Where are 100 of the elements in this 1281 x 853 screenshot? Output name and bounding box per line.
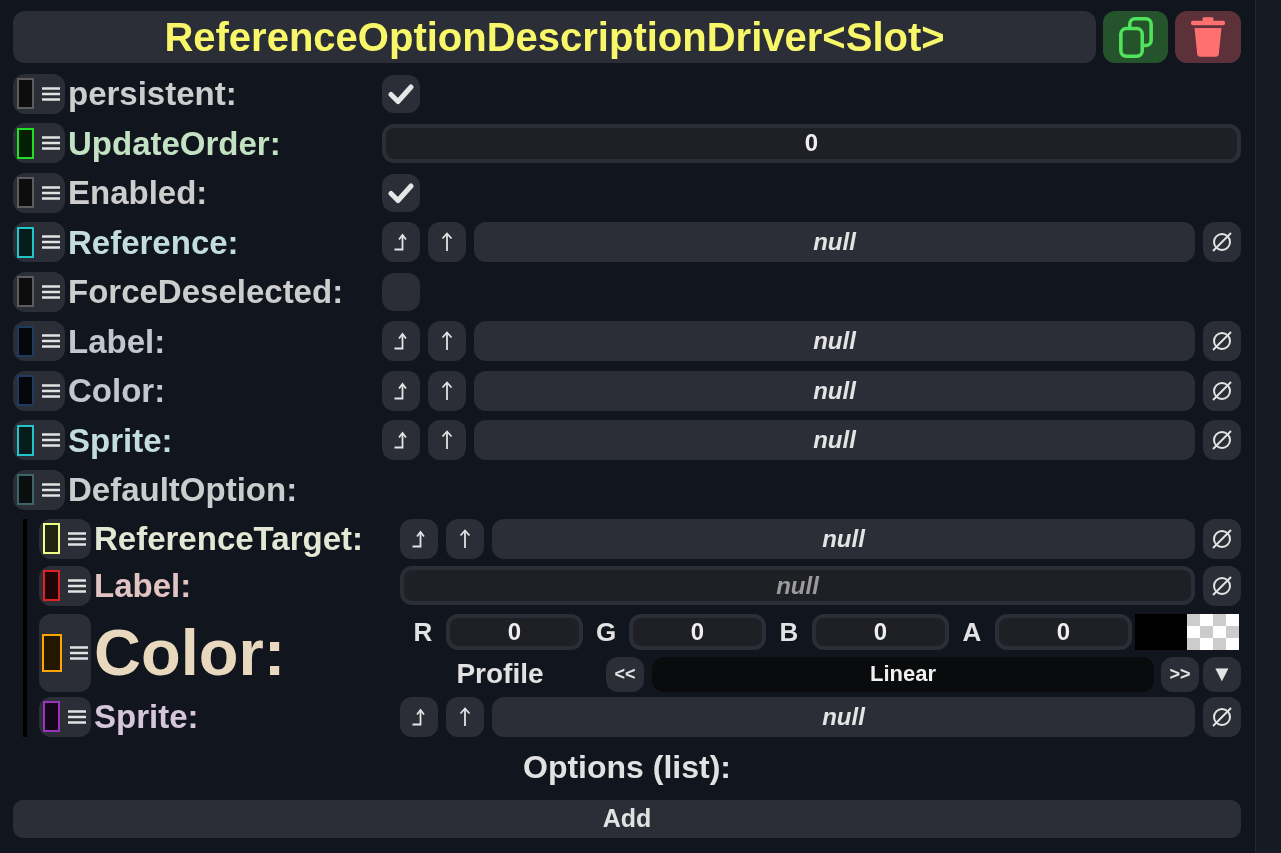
copy-icon	[1117, 16, 1154, 58]
reference-source-button[interactable]	[400, 518, 438, 559]
hamburger-icon	[70, 645, 88, 660]
hamburger-icon	[42, 86, 60, 101]
add-button[interactable]: Add	[13, 799, 1241, 838]
drag-handle[interactable]	[13, 222, 65, 263]
checkmark-icon	[388, 82, 414, 105]
parent-button[interactable]	[428, 222, 466, 263]
parent-button[interactable]	[428, 420, 466, 461]
reference-field[interactable]: null	[492, 518, 1195, 559]
hamburger-icon	[68, 531, 86, 546]
clear-button[interactable]	[1203, 565, 1241, 606]
drag-handle[interactable]	[39, 696, 91, 737]
field-label: Label:	[68, 324, 166, 358]
drag-handle[interactable]	[39, 613, 91, 692]
copy-button[interactable]	[1103, 11, 1168, 63]
reference-source-button[interactable]	[382, 222, 420, 263]
number-field[interactable]: 0	[382, 123, 1241, 163]
reference-field[interactable]: null	[474, 222, 1195, 263]
previous-button[interactable]: <<	[606, 656, 644, 692]
up-arrow-icon	[441, 430, 453, 451]
component-title: ReferenceOptionDescriptionDriver<Slot>	[164, 17, 945, 57]
drag-handle[interactable]	[13, 172, 65, 213]
reference-source-button[interactable]	[400, 696, 438, 737]
field-label: Reference:	[68, 225, 239, 259]
parent-button[interactable]	[446, 518, 484, 559]
up-arrow-icon	[441, 232, 453, 253]
hamburger-icon	[68, 709, 86, 724]
hamburger-icon	[42, 482, 60, 497]
up-arrow-icon	[459, 528, 471, 549]
field-label: Label:	[94, 569, 192, 602]
channel-label: G	[594, 618, 618, 645]
checkbox[interactable]	[382, 173, 420, 212]
hook-arrow-icon	[411, 529, 427, 548]
reference-source-button[interactable]	[382, 420, 420, 461]
channel-field[interactable]: 0	[812, 613, 949, 650]
parent-button[interactable]	[428, 321, 466, 362]
drag-handle[interactable]	[13, 370, 65, 411]
clear-button[interactable]	[1203, 696, 1241, 737]
list-label: Options (list):	[523, 750, 731, 783]
clear-button[interactable]	[1203, 370, 1241, 411]
drag-handle[interactable]	[13, 420, 65, 461]
hook-arrow-icon	[393, 233, 409, 252]
up-arrow-icon	[459, 706, 471, 727]
reference-source-button[interactable]	[382, 321, 420, 362]
field-label: Sprite:	[94, 700, 199, 733]
drag-handle[interactable]	[13, 271, 65, 312]
hook-arrow-icon	[393, 332, 409, 351]
reference-field[interactable]: null	[474, 420, 1195, 461]
text-field[interactable]: null	[400, 566, 1195, 605]
field-label: Enabled:	[68, 176, 208, 210]
field-label: DefaultOption:	[68, 473, 298, 507]
clear-button[interactable]	[1203, 222, 1241, 263]
channel-label: R	[412, 618, 434, 645]
hook-arrow-icon	[411, 707, 427, 726]
field-label: ForceDeselected:	[68, 275, 344, 309]
hamburger-icon	[42, 284, 60, 299]
slashed-circle-icon	[1211, 705, 1233, 728]
trash-icon	[1190, 17, 1226, 57]
delete-button[interactable]	[1175, 11, 1241, 63]
drag-handle[interactable]	[13, 321, 65, 362]
drag-handle[interactable]	[13, 469, 65, 510]
field-label: UpdateOrder:	[68, 126, 281, 160]
hamburger-icon	[42, 383, 60, 398]
hamburger-icon	[42, 136, 60, 151]
slashed-circle-icon	[1211, 379, 1233, 402]
drag-handle[interactable]	[13, 123, 65, 164]
hamburger-icon	[42, 334, 60, 349]
checkbox[interactable]	[382, 272, 420, 311]
hook-arrow-icon	[393, 381, 409, 400]
drag-handle[interactable]	[13, 73, 65, 114]
slashed-circle-icon	[1211, 429, 1233, 452]
channel-field[interactable]: 0	[446, 613, 583, 650]
hamburger-icon	[42, 185, 60, 200]
slashed-circle-icon	[1211, 231, 1233, 254]
profile-field[interactable]: Linear	[652, 656, 1154, 692]
parent-button[interactable]	[446, 696, 484, 737]
next-button[interactable]: >>	[1161, 656, 1199, 692]
clear-button[interactable]	[1203, 518, 1241, 559]
parent-button[interactable]	[428, 370, 466, 411]
field-label: persistent:	[68, 77, 237, 111]
clear-button[interactable]	[1203, 321, 1241, 362]
reference-source-button[interactable]	[382, 370, 420, 411]
channel-field[interactable]: 0	[995, 613, 1132, 650]
checkbox[interactable]	[382, 74, 420, 113]
reference-field[interactable]: null	[474, 321, 1195, 362]
up-arrow-icon	[441, 380, 453, 401]
channel-field[interactable]: 0	[629, 613, 766, 650]
hamburger-icon	[42, 433, 60, 448]
slashed-circle-icon	[1211, 527, 1233, 550]
drag-handle[interactable]	[39, 565, 91, 606]
drag-handle[interactable]	[39, 518, 91, 559]
clear-button[interactable]	[1203, 420, 1241, 461]
dropdown-button[interactable]: ▼	[1203, 656, 1241, 692]
reference-field[interactable]: null	[474, 370, 1195, 411]
checkmark-icon	[388, 181, 414, 204]
field-label: Color:	[94, 620, 286, 685]
hook-arrow-icon	[393, 431, 409, 450]
profile-label: Profile	[455, 660, 545, 688]
reference-field[interactable]: null	[492, 696, 1195, 737]
